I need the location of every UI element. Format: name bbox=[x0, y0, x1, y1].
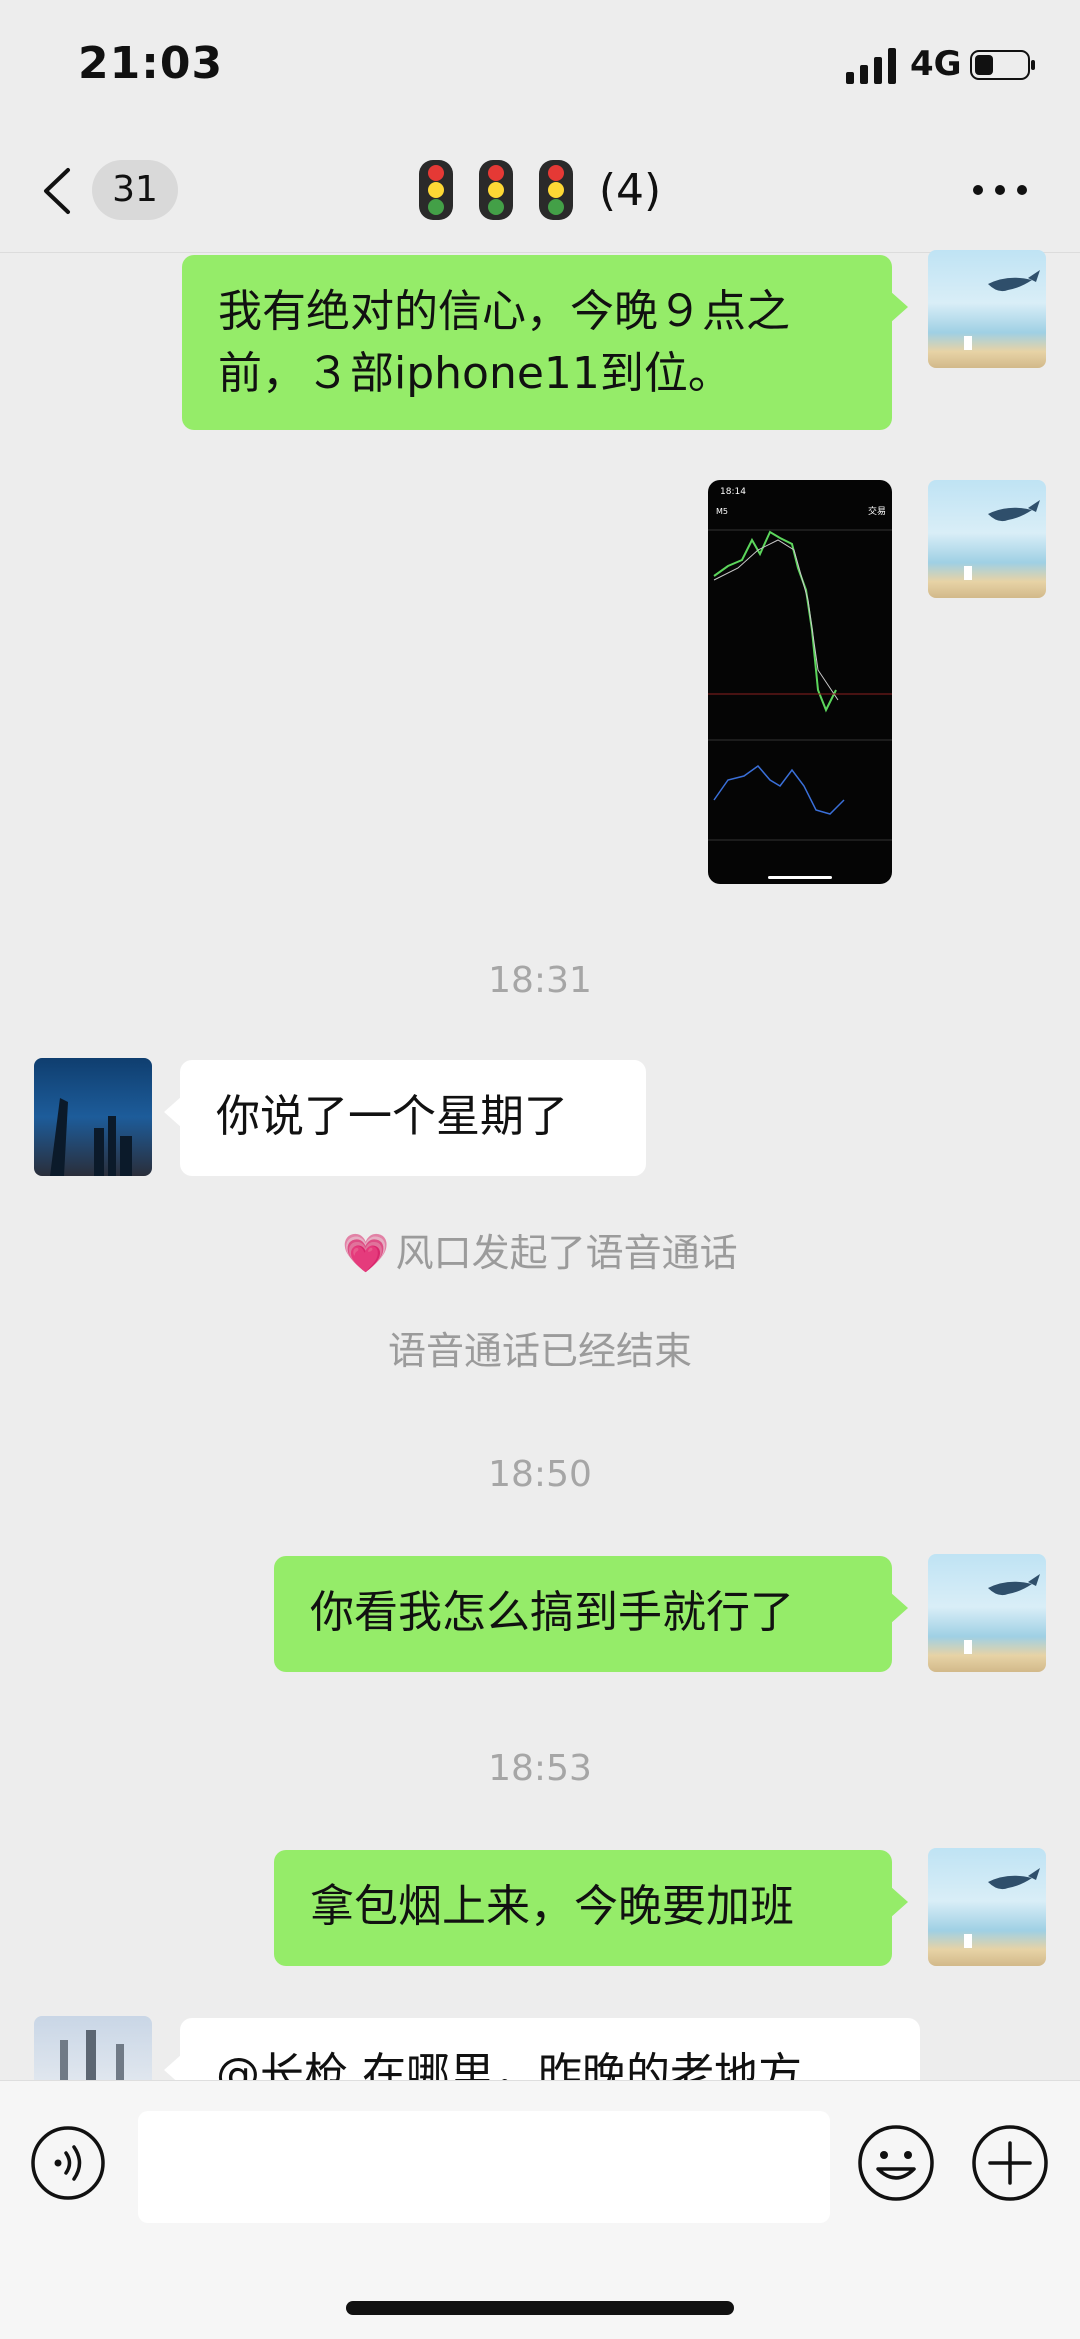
message-text: 你看我怎么搞到手就行了 bbox=[310, 1587, 794, 1638]
image-symbol: M5 bbox=[716, 507, 728, 516]
message-bubble[interactable]: 我有绝对的信心，今晚９点之前，３部iphone11到位。 bbox=[182, 255, 908, 430]
status-bar: 21:03 4G bbox=[0, 0, 1080, 130]
whale-icon bbox=[964, 500, 1040, 580]
network-type: 4G bbox=[910, 44, 962, 84]
system-message: 💗 风口发起了语音通话 bbox=[0, 1222, 1080, 1277]
avatar[interactable] bbox=[928, 1848, 1046, 1966]
voice-input-icon[interactable] bbox=[30, 2125, 106, 2201]
signal-icon bbox=[846, 48, 896, 84]
chat-header: 31 (4) bbox=[0, 130, 1080, 253]
whale-icon bbox=[964, 1868, 1040, 1948]
timestamp: 18:31 bbox=[488, 960, 592, 1001]
status-time: 21:03 bbox=[78, 38, 224, 89]
avatar[interactable] bbox=[34, 1058, 152, 1176]
emoji-icon[interactable] bbox=[856, 2123, 936, 2203]
timestamp: 18:53 bbox=[488, 1748, 592, 1789]
message-bubble[interactable]: 你看我怎么搞到手就行了 bbox=[274, 1556, 908, 1672]
more-options-icon[interactable] bbox=[970, 178, 1030, 202]
member-count: (4) bbox=[598, 164, 662, 216]
city-silhouette-icon bbox=[50, 1098, 132, 1176]
message-text: 拿包烟上来，今晚要加班 bbox=[310, 1881, 794, 1932]
input-bar bbox=[0, 2080, 1080, 2339]
timestamp: 18:50 bbox=[488, 1454, 592, 1495]
avatar[interactable] bbox=[928, 250, 1046, 368]
chart-screenshot-image[interactable]: 18:14 交易 M5 bbox=[708, 480, 892, 884]
heart-icon: 💗 bbox=[342, 1231, 390, 1275]
message-text: 我有绝对的信心，今晚９点之前，３部iphone11到位。 bbox=[218, 286, 790, 399]
home-indicator[interactable] bbox=[346, 2301, 734, 2315]
image-trade-label: 交易 bbox=[868, 505, 886, 517]
system-message: 语音通话已经结束 bbox=[387, 1329, 692, 1373]
battery-icon bbox=[970, 50, 1035, 80]
image-time: 18:14 bbox=[720, 487, 746, 497]
traffic-light-icon bbox=[418, 160, 453, 220]
message-input[interactable] bbox=[138, 2111, 830, 2223]
traffic-light-icon bbox=[478, 160, 513, 220]
whale-icon bbox=[964, 270, 1040, 350]
whale-icon bbox=[964, 1574, 1040, 1654]
plus-icon[interactable] bbox=[970, 2123, 1050, 2203]
avatar[interactable] bbox=[928, 480, 1046, 598]
message-bubble[interactable]: 拿包烟上来，今晚要加班 bbox=[274, 1850, 908, 1966]
avatar[interactable] bbox=[928, 1554, 1046, 1672]
traffic-light-icon bbox=[538, 160, 573, 220]
call-started-text: 风口发起了语音通话 bbox=[395, 1231, 738, 1275]
chat-title: (4) bbox=[0, 160, 1080, 220]
message-text: 你说了一个星期了 bbox=[216, 1091, 568, 1142]
message-bubble[interactable]: 你说了一个星期了 bbox=[164, 1060, 646, 1176]
